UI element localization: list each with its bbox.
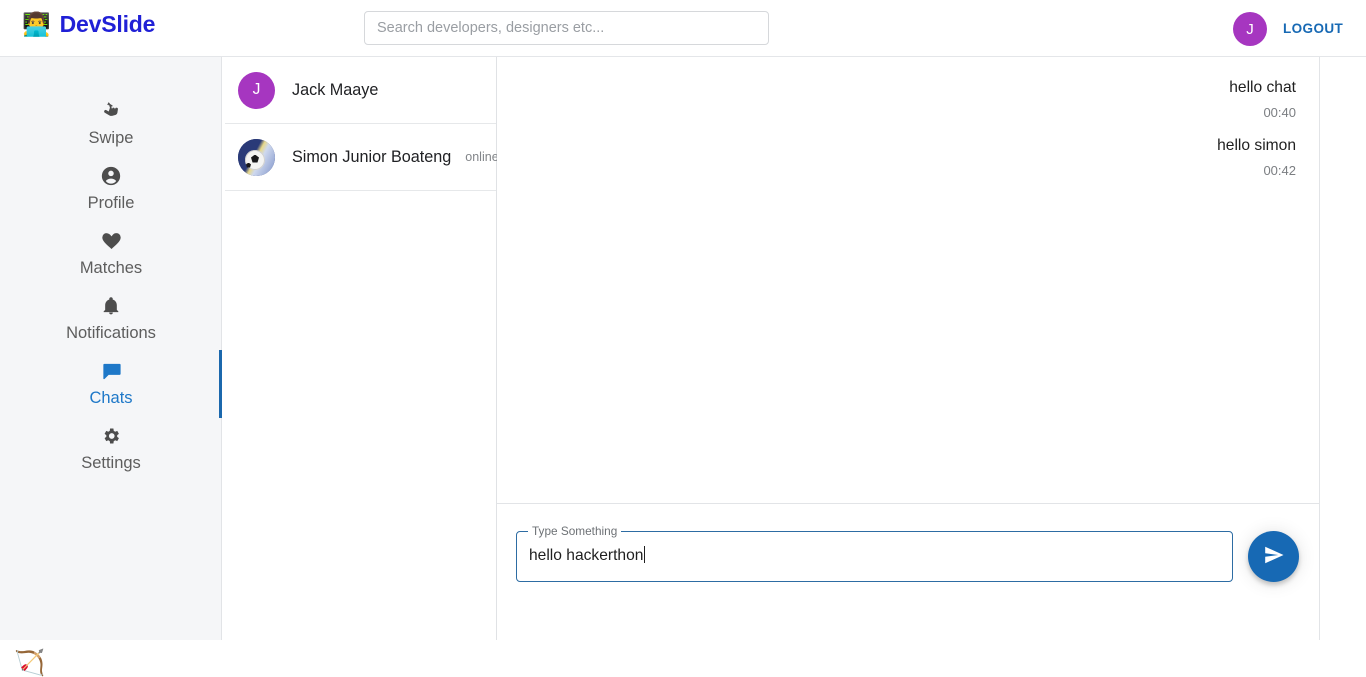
message-bubble: hello chat 00:40 xyxy=(497,79,1296,120)
bell-icon xyxy=(101,293,121,319)
brand-name: DevSlide xyxy=(59,11,156,37)
list-item[interactable]: Simon Junior Boateng online xyxy=(225,124,499,191)
contact-name: Simon Junior Boateng xyxy=(292,147,452,166)
sidebar-item-label: Notifications xyxy=(66,324,156,342)
list-item[interactable]: J Jack Maaye xyxy=(225,57,496,124)
messages-panel[interactable]: hello chat 00:40 hello simon 00:42 xyxy=(497,57,1320,504)
sidebar-item-notifications[interactable]: Notifications xyxy=(0,293,222,343)
avatar-initial: J xyxy=(252,81,261,98)
sidebar-item-label: Settings xyxy=(81,454,141,472)
message-composer: Type Something hello hackerthon xyxy=(497,504,1320,640)
technologist-emoji-icon: 👨‍💻 xyxy=(22,11,51,37)
heart-icon xyxy=(101,228,122,254)
send-button[interactable] xyxy=(1248,531,1299,582)
brand-logo-link[interactable]: 👨‍💻 DevSlide xyxy=(22,11,155,38)
sidebar-item-label: Matches xyxy=(79,259,143,277)
chat-list: J Jack Maaye Simon Junior Boateng online xyxy=(225,57,499,640)
message-input[interactable]: Type Something hello hackerthon xyxy=(516,524,1233,582)
soccer-ball-icon xyxy=(245,149,265,170)
status-badge: online xyxy=(465,150,499,164)
person-circle-icon xyxy=(100,163,122,189)
message-input-label: Type Something xyxy=(528,524,622,538)
right-gutter xyxy=(1320,57,1366,640)
sidebar-item-label: Swipe xyxy=(88,129,134,147)
sidebar-item-chats[interactable]: Chats xyxy=(0,358,222,408)
sidebar-item-label: Chats xyxy=(89,389,133,407)
app-header: 👨‍💻 DevSlide J LOGOUT xyxy=(0,0,1366,57)
sidebar-item-settings[interactable]: Settings xyxy=(0,423,222,473)
sidebar-item-swipe[interactable]: Swipe xyxy=(0,98,222,148)
sidebar-item-profile[interactable]: Profile xyxy=(0,163,222,213)
rosette-flower-icon[interactable]: 🏹 xyxy=(14,651,45,676)
send-paper-plane-icon xyxy=(1262,543,1286,570)
message-input-value: hello hackerthon xyxy=(529,546,646,564)
sidebar-item-matches[interactable]: Matches xyxy=(0,228,222,278)
message-text: hello simon xyxy=(1217,137,1296,154)
message-timestamp: 00:42 xyxy=(1263,163,1296,178)
gear-icon xyxy=(101,423,121,449)
avatar xyxy=(238,138,275,176)
contact-name: Jack Maaye xyxy=(292,80,379,99)
active-nav-indicator xyxy=(219,350,222,418)
message-bubble: hello simon 00:42 xyxy=(497,137,1296,178)
sidebar: Swipe Profile Matches Notifications Chat… xyxy=(0,57,222,676)
chat-bubble-icon xyxy=(100,358,123,384)
text-cursor xyxy=(644,546,646,563)
sidebar-item-label: Profile xyxy=(87,194,135,212)
avatar: J xyxy=(238,71,275,109)
avatar-initial: J xyxy=(1246,20,1254,38)
search-input[interactable] xyxy=(364,11,769,45)
swipe-hand-icon xyxy=(100,98,122,124)
message-timestamp: 00:40 xyxy=(1263,105,1296,120)
message-text: hello chat xyxy=(1229,79,1296,96)
avatar[interactable]: J xyxy=(1233,12,1267,46)
logout-button[interactable]: LOGOUT xyxy=(1283,21,1343,36)
